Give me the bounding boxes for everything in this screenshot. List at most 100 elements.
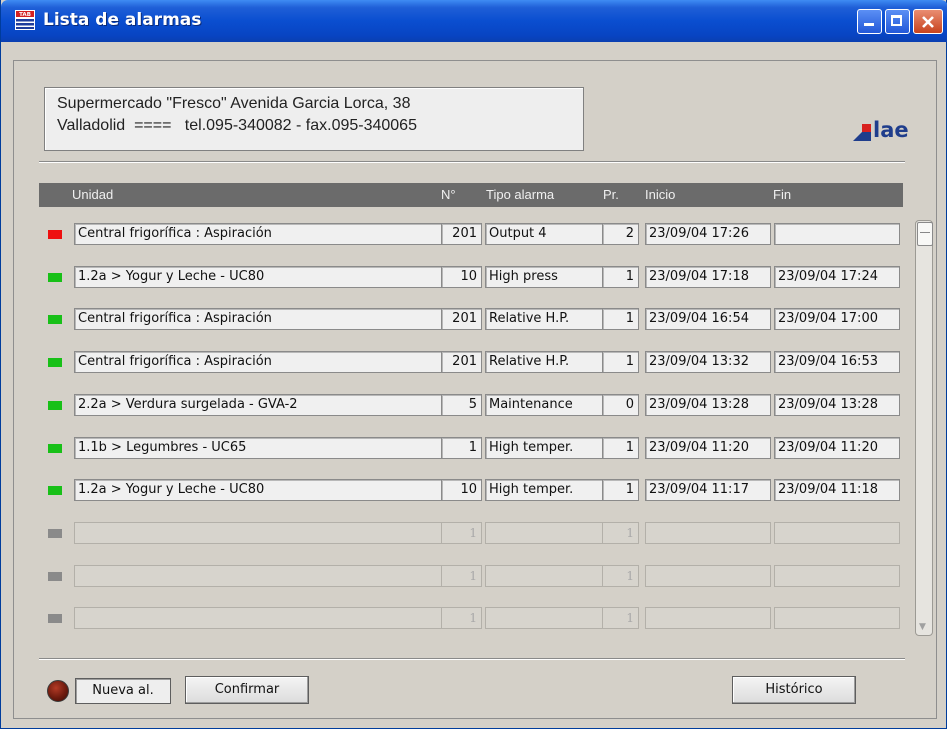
cell-fin: 23/09/04 17:00 (774, 308, 900, 330)
cell-pr: 0 (602, 394, 639, 416)
store-info-box: Supermercado "Fresco" Avenida Garcia Lor… (44, 87, 584, 151)
alarm-list-window: TAB Lista de alarmas Supermercado "Fresc… (0, 0, 947, 729)
header-unidad: Unidad (72, 187, 114, 202)
cell-fin: 23/09/04 11:20 (774, 437, 900, 459)
cell-unidad (74, 607, 470, 629)
cell-fin (774, 223, 900, 245)
cell-fin: 23/09/04 17:24 (774, 266, 900, 288)
minimize-button[interactable] (857, 9, 882, 34)
cell-fin: 23/09/04 11:18 (774, 479, 900, 501)
maximize-icon (891, 15, 902, 26)
lae-logo-text: lae (873, 118, 909, 142)
cell-no: 201 (441, 223, 482, 245)
header-no: N° (441, 187, 456, 202)
divider-bottom (39, 658, 905, 660)
cell-inicio: 23/09/04 13:28 (645, 394, 771, 416)
table-row[interactable]: 2.2a > Verdura surgelada - GVA-2 5 Mainten… (39, 394, 909, 416)
cell-inicio: 23/09/04 16:54 (645, 308, 771, 330)
cell-unidad: Central frigorífica : Aspiración (74, 308, 470, 330)
cell-no: 201 (441, 308, 482, 330)
alarm-status-icon (48, 315, 62, 324)
alarm-status-icon (48, 529, 62, 538)
header-pr: Pr. (603, 187, 619, 202)
cell-inicio: 23/09/04 17:18 (645, 266, 771, 288)
cell-inicio (645, 607, 771, 629)
cell-pr: 1 (602, 308, 639, 330)
alarm-status-icon (48, 358, 62, 367)
window-title: Lista de alarmas (43, 10, 202, 30)
table-row[interactable]: 1.2a > Yogur y Leche - UC80 10 High press 1… (39, 266, 909, 288)
alarm-status-icon (48, 401, 62, 410)
table-row[interactable]: 1.2a > Yogur y Leche - UC80 10 High temper… (39, 479, 909, 501)
cell-fin (774, 522, 900, 544)
minimize-icon (864, 23, 874, 26)
header-inicio: Inicio (645, 187, 676, 202)
table-row[interactable]: 11 (39, 607, 909, 629)
cell-inicio (645, 565, 771, 587)
cell-fin: 23/09/04 16:53 (774, 351, 900, 373)
cell-unidad: 1.2a > Yogur y Leche - UC80 (74, 479, 470, 501)
table-header: Unidad N° Tipo alarma Pr. Inicio Fin (39, 183, 903, 207)
cell-no: 5 (441, 394, 482, 416)
lae-logo: lae (853, 118, 923, 143)
cell-no: 10 (441, 479, 482, 501)
cell-unidad: Central frigorífica : Aspiración (74, 223, 470, 245)
cell-pr: 1 (602, 479, 639, 501)
cell-pr: 1 (602, 565, 639, 587)
maximize-button[interactable] (885, 9, 910, 34)
table-row[interactable]: Central frigorífica : Aspiración 201 Relat… (39, 351, 909, 373)
cell-pr: 1 (602, 351, 639, 373)
cell-unidad: 1.1b > Legumbres - UC65 (74, 437, 470, 459)
scrollbar-thumb[interactable] (917, 222, 933, 246)
table-row[interactable]: 1.1b > Legumbres - UC65 1 High temper. 1 23/… (39, 437, 909, 459)
cell-fin (774, 565, 900, 587)
header-tipo: Tipo alarma (486, 187, 555, 202)
cell-pr: 1 (602, 437, 639, 459)
cell-no: 10 (441, 266, 482, 288)
table-row[interactable]: Central frigorífica : Aspiración 201 Outpu… (39, 223, 909, 245)
store-info-line-2: Valladolid ==== tel.095-340082 - fax.095… (57, 117, 417, 134)
cell-fin (774, 607, 900, 629)
cell-no: 1 (441, 522, 482, 544)
cell-pr: 1 (602, 266, 639, 288)
title-bar[interactable]: TAB Lista de alarmas (1, 0, 947, 42)
table-row[interactable]: Central frigorífica : Aspiración 201 Relat… (39, 308, 909, 330)
cell-pr: 2 (602, 223, 639, 245)
alarm-status-icon (48, 444, 62, 453)
vertical-scrollbar[interactable]: ▼ (915, 220, 933, 636)
cell-inicio (645, 522, 771, 544)
cell-pr: 1 (602, 522, 639, 544)
confirmar-button[interactable]: Confirmar (185, 676, 309, 704)
app-logo-icon: TAB (15, 10, 35, 30)
new-alarm-indicator-icon (47, 680, 69, 702)
alarm-status-icon (48, 614, 62, 623)
cell-inicio: 23/09/04 13:32 (645, 351, 771, 373)
cell-no: 201 (441, 351, 482, 373)
historico-button[interactable]: Histórico (732, 676, 856, 704)
nueva-alarma-button[interactable]: Nueva al. (75, 678, 171, 704)
scroll-down-icon[interactable]: ▼ (919, 622, 926, 632)
cell-unidad (74, 522, 470, 544)
close-icon (922, 16, 934, 28)
cell-pr: 1 (602, 607, 639, 629)
alarm-status-icon (48, 230, 62, 239)
cell-unidad (74, 565, 470, 587)
alarm-status-icon (48, 273, 62, 282)
cell-unidad: 1.2a > Yogur y Leche - UC80 (74, 266, 470, 288)
cell-inicio: 23/09/04 17:26 (645, 223, 771, 245)
svg-text:TAB: TAB (19, 12, 31, 18)
store-info-line-1: Supermercado "Fresco" Avenida Garcia Lor… (57, 95, 411, 112)
close-button[interactable] (913, 9, 943, 34)
cell-inicio: 23/09/04 11:17 (645, 479, 771, 501)
cell-unidad: Central frigorífica : Aspiración (74, 351, 470, 373)
cell-no: 1 (441, 437, 482, 459)
cell-fin: 23/09/04 13:28 (774, 394, 900, 416)
table-row[interactable]: 11 (39, 522, 909, 544)
table-row[interactable]: 11 (39, 565, 909, 587)
alarm-status-icon (48, 572, 62, 581)
alarm-status-icon (48, 486, 62, 495)
cell-no: 1 (441, 607, 482, 629)
header-fin: Fin (773, 187, 792, 202)
divider-top (39, 161, 905, 163)
cell-no: 1 (441, 565, 482, 587)
